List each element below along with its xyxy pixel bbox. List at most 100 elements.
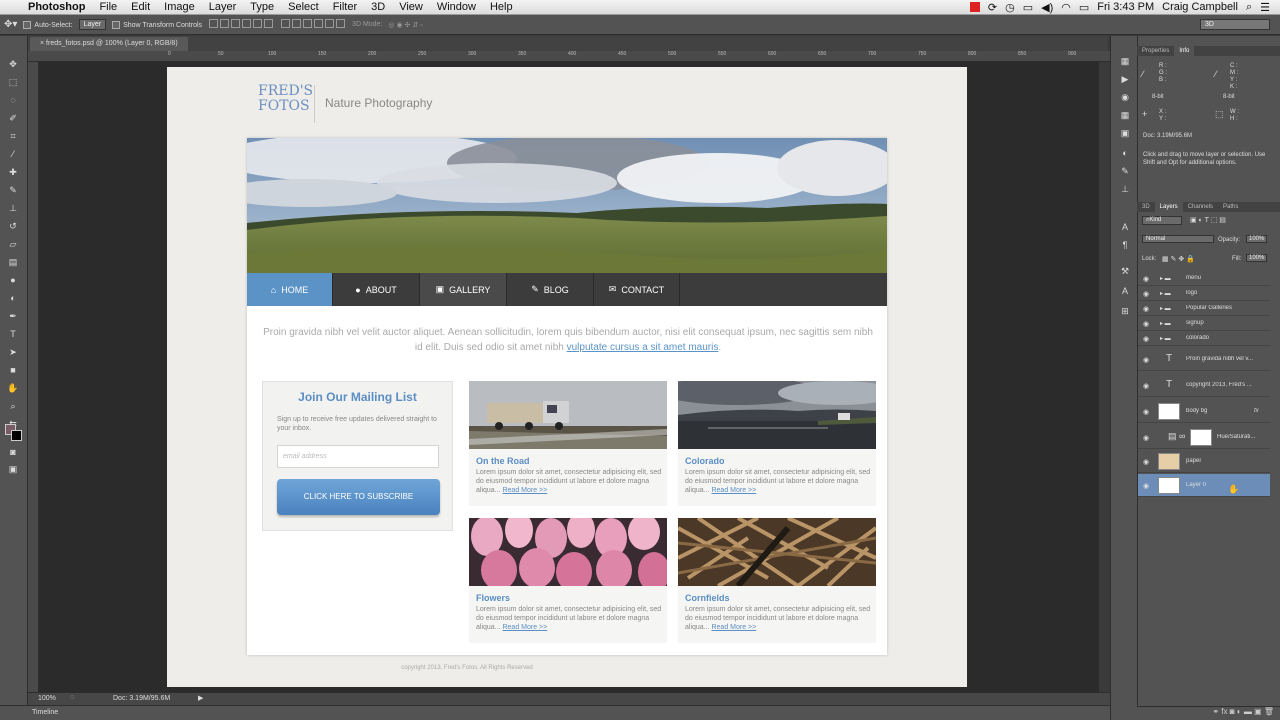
layer-name[interactable]: menu bbox=[1186, 275, 1201, 281]
layer-name[interactable]: Popular Galleries bbox=[1186, 305, 1232, 311]
layer-name[interactable]: body bg bbox=[1186, 408, 1207, 414]
layer-row-selected[interactable]: ◉ Layer 0 ✋ bbox=[1138, 474, 1270, 497]
color-icon[interactable]: ◉ bbox=[1119, 92, 1131, 103]
actions-icon[interactable]: ▶ bbox=[1119, 74, 1131, 85]
clock[interactable]: Fri 3:43 PM bbox=[1097, 1, 1154, 13]
tab-paths[interactable]: Paths bbox=[1218, 202, 1243, 212]
gallery-card-cornfields[interactable]: Cornfields Lorem ipsum dolor sit amet, c… bbox=[678, 518, 876, 643]
3d-mode-buttons[interactable]: ◎ ◉ ✣ ⇵ ▫ bbox=[388, 21, 422, 29]
auto-select-checkbox[interactable]: Auto-Select: bbox=[23, 20, 73, 29]
tulips-photo[interactable] bbox=[469, 518, 667, 586]
user-name[interactable]: Craig Campbell bbox=[1162, 1, 1238, 13]
layer-row[interactable]: ◉ ▸ ▬ logo bbox=[1138, 286, 1270, 301]
truck-photo[interactable] bbox=[469, 381, 667, 449]
shape-tool-icon[interactable]: ■ bbox=[6, 364, 20, 377]
tool-presets-icon[interactable]: ⚒ bbox=[1119, 266, 1131, 277]
gradient-tool-icon[interactable]: ▤ bbox=[6, 256, 20, 269]
visibility-eye-icon[interactable]: ◉ bbox=[1143, 382, 1149, 390]
timeline-icon[interactable]: ⊞ bbox=[1119, 306, 1131, 317]
glyph-icon[interactable]: A bbox=[1119, 286, 1131, 297]
layer-row[interactable]: ◉ ▸ ▬ colorado bbox=[1138, 331, 1270, 346]
layer-name[interactable]: copyright 2013, Fred's ... bbox=[1186, 382, 1252, 388]
layer-row[interactable]: ◉ T Proin gravida nibh vel v... bbox=[1138, 348, 1270, 371]
nav-gallery[interactable]: ▣ GALLERY bbox=[420, 273, 507, 306]
layer-name[interactable]: Hue/Saturati... bbox=[1217, 434, 1255, 440]
show-transform-checkbox[interactable]: Show Transform Controls bbox=[112, 20, 202, 29]
cornfield-photo[interactable] bbox=[678, 518, 876, 586]
card-title[interactable]: Cornfields bbox=[685, 593, 730, 603]
app-menu[interactable]: Photoshop bbox=[21, 1, 92, 13]
volume-icon[interactable]: ◀) bbox=[1041, 1, 1053, 14]
layer-row[interactable]: ◉ ▸ ▬ signup bbox=[1138, 316, 1270, 331]
layer-filter-kind[interactable]: ⌕Kind bbox=[1142, 216, 1182, 225]
path-select-tool-icon[interactable]: ➤ bbox=[6, 346, 20, 359]
layer-name[interactable]: logo bbox=[1186, 290, 1197, 296]
email-field[interactable]: email address bbox=[277, 445, 439, 468]
intro-link[interactable]: vulputate cursus a sit amet mauris bbox=[567, 342, 719, 353]
layer-row[interactable]: ◉ Tcopyright 2013, Fred's ... bbox=[1138, 374, 1270, 397]
move-tool-icon[interactable]: ✥ bbox=[6, 58, 20, 71]
menu-window[interactable]: Window bbox=[430, 1, 483, 13]
visibility-eye-icon[interactable]: ◉ bbox=[1143, 275, 1149, 283]
read-more-link[interactable]: Read More >> bbox=[711, 487, 756, 494]
menu-select[interactable]: Select bbox=[281, 1, 326, 13]
zoom-tool-icon[interactable]: ⌕ bbox=[6, 400, 20, 413]
visibility-eye-icon[interactable]: ◉ bbox=[1143, 320, 1149, 328]
display-icon[interactable]: ▭ bbox=[1023, 1, 1033, 14]
layer-row[interactable]: ◉ ▸ ▬ Popular Galleries bbox=[1138, 301, 1270, 316]
pen-tool-icon[interactable]: ✒ bbox=[6, 310, 20, 323]
time-machine-icon[interactable]: ◷ bbox=[1005, 1, 1015, 14]
timeline-label[interactable]: Timeline bbox=[32, 709, 58, 716]
blend-mode-dropdown[interactable]: Normal bbox=[1142, 235, 1214, 243]
nav-home[interactable]: ⌂ HOME bbox=[247, 273, 333, 306]
distribute-buttons[interactable] bbox=[280, 19, 346, 30]
tab-channels[interactable]: Channels bbox=[1183, 202, 1218, 212]
status-app-icon[interactable] bbox=[969, 2, 980, 12]
history-icon[interactable]: ▦ bbox=[1119, 56, 1131, 67]
tab-properties[interactable]: Properties bbox=[1137, 46, 1174, 56]
eraser-tool-icon[interactable]: ▱ bbox=[6, 238, 20, 251]
read-more-link[interactable]: Read More >> bbox=[502, 487, 547, 494]
gallery-card-colorado[interactable]: Colorado Lorem ipsum dolor sit amet, con… bbox=[678, 381, 876, 506]
nav-about[interactable]: ● ABOUT bbox=[333, 273, 420, 306]
visibility-eye-icon[interactable]: ◉ bbox=[1143, 482, 1149, 490]
marquee-tool-icon[interactable]: ⬚ bbox=[6, 76, 20, 89]
menu-type[interactable]: Type bbox=[243, 1, 281, 13]
opacity-field[interactable]: 100% bbox=[1246, 235, 1268, 243]
layer-name[interactable]: signup bbox=[1186, 320, 1204, 326]
layer-row[interactable]: ◉ paper bbox=[1138, 450, 1270, 473]
card-title[interactable]: On the Road bbox=[476, 456, 530, 466]
tab-layers[interactable]: Layers bbox=[1154, 202, 1183, 212]
spotlight-icon[interactable]: ⌕ bbox=[1246, 1, 1252, 14]
layer-name[interactable]: colorado bbox=[1186, 335, 1209, 341]
healing-tool-icon[interactable]: ✚ bbox=[6, 166, 20, 179]
hand-tool-icon[interactable]: ✋ bbox=[6, 382, 20, 395]
layer-row[interactable]: ◉ ▸ ▬ menu bbox=[1138, 271, 1270, 286]
notifications-icon[interactable]: ☰ bbox=[1260, 1, 1270, 14]
visibility-eye-icon[interactable]: ◉ bbox=[1143, 356, 1149, 364]
tab-3d[interactable]: 3D bbox=[1137, 202, 1155, 212]
gallery-card-road[interactable]: On the Road Lorem ipsum dolor sit amet, … bbox=[469, 381, 667, 506]
menu-view[interactable]: View bbox=[392, 1, 430, 13]
menu-layer[interactable]: Layer bbox=[202, 1, 244, 13]
layer-footer-icons[interactable]: ⚭ fx ◙ ◐ ▬ ▣ 🗑 bbox=[1212, 707, 1274, 716]
card-title[interactable]: Colorado bbox=[685, 456, 725, 466]
layer-filter-icons[interactable]: ▣ ◐ T ⬚ ▤ bbox=[1190, 216, 1226, 224]
clone-stamp-tool-icon[interactable]: ⊥ bbox=[6, 202, 20, 215]
quick-mask-icon[interactable]: ◙ bbox=[6, 446, 20, 459]
auto-select-target-dropdown[interactable]: Layer bbox=[78, 19, 107, 30]
menu-filter[interactable]: Filter bbox=[326, 1, 364, 13]
align-buttons[interactable] bbox=[208, 19, 274, 30]
lasso-tool-icon[interactable]: ◌ bbox=[6, 94, 20, 107]
fx-icon[interactable]: fx bbox=[1254, 408, 1259, 414]
layer-name[interactable]: Proin gravida nibh vel v... bbox=[1186, 356, 1253, 362]
character-icon[interactable]: A bbox=[1119, 222, 1131, 233]
crop-tool-icon[interactable]: ⌗ bbox=[6, 130, 20, 143]
fill-field[interactable]: 100% bbox=[1246, 254, 1268, 262]
blur-tool-icon[interactable]: ● bbox=[6, 274, 20, 287]
adjustments-icon[interactable]: ◐ bbox=[1119, 148, 1131, 159]
brush-panel-icon[interactable]: ✎ bbox=[1119, 166, 1131, 177]
lake-photo[interactable] bbox=[678, 381, 876, 449]
menu-image[interactable]: Image bbox=[157, 1, 202, 13]
nav-blog[interactable]: ✎ BLOG bbox=[507, 273, 594, 306]
